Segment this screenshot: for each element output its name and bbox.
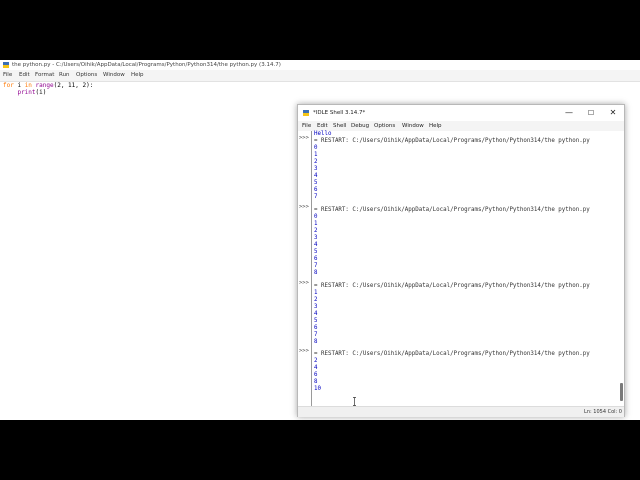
minimize-icon[interactable]: — — [558, 105, 580, 121]
shell-output-line: 7 — [314, 332, 318, 338]
shell-output-line: 2 — [314, 228, 318, 234]
builtin-range: range — [35, 82, 54, 89]
shell-output-line: 4 — [314, 173, 318, 179]
shell-menu-shell[interactable]: Shell — [333, 121, 346, 131]
shell-menu-options[interactable]: Options — [374, 121, 395, 131]
shell-menu-window[interactable]: Window — [402, 121, 424, 131]
line-number: Ln: 1054 — [584, 409, 606, 415]
shell-output-line: 6 — [314, 372, 318, 378]
column-number: Col: 0 — [607, 409, 622, 415]
shell-output-line: 8 — [314, 270, 318, 276]
desktop-screen: the python.py - C:/Users/Oihik/AppData/L… — [0, 60, 640, 420]
shell-output-line: 7 — [314, 263, 318, 269]
shell-prompt: >>> — [299, 135, 309, 141]
shell-output-line: 3 — [314, 166, 318, 172]
shell-menu-bar: File Edit Shell Debug Options Window Hel… — [298, 121, 624, 131]
prompt-gutter — [298, 131, 312, 406]
shell-output-line: 1 — [314, 152, 318, 158]
shell-output-line: 2 — [314, 297, 318, 303]
code-text: i — [13, 82, 25, 89]
close-icon[interactable]: ✕ — [602, 105, 624, 121]
code-line-1: for i in range(2, 11, 2): — [3, 82, 93, 89]
restart-line: = RESTART: C:/Users/Oihik/AppData/Local/… — [314, 351, 590, 357]
shell-output-line: 8 — [314, 379, 318, 385]
keyword-for: for — [3, 82, 14, 89]
shell-output-line: 5 — [314, 180, 318, 186]
editor-title-bar[interactable]: the python.py - C:/Users/Oihik/AppData/L… — [0, 60, 640, 70]
shell-output-line: 2 — [314, 358, 318, 364]
shell-output-line: 10 — [314, 386, 321, 392]
text-cursor-icon — [353, 397, 356, 406]
editor-menu-edit[interactable]: Edit — [19, 70, 30, 81]
shell-output-line: 4 — [314, 365, 318, 371]
shell-output-area[interactable]: Hello >>> = RESTART: C:/Users/Oihik/AppDa… — [298, 131, 624, 406]
restart-line: = RESTART: C:/Users/Oihik/AppData/Local/… — [314, 283, 590, 289]
python-idle-icon — [303, 110, 309, 116]
editor-menu-run[interactable]: Run — [59, 70, 70, 81]
shell-output-line: 5 — [314, 318, 318, 324]
editor-menu-window[interactable]: Window — [103, 70, 125, 81]
shell-output-line: 0 — [314, 145, 318, 151]
shell-prompt: >>> — [299, 348, 309, 354]
editor-title: the python.py - C:/Users/Oihik/AppData/L… — [12, 62, 281, 68]
shell-output-line: 4 — [314, 242, 318, 248]
shell-output-line: 1 — [314, 290, 318, 296]
vertical-scrollbar[interactable] — [619, 131, 623, 406]
keyword-in: in — [24, 82, 32, 89]
shell-menu-debug[interactable]: Debug — [351, 121, 369, 131]
shell-output-line: Hello — [314, 131, 332, 137]
shell-menu-file[interactable]: File — [302, 121, 311, 131]
shell-output-line: 3 — [314, 304, 318, 310]
editor-menu-format[interactable]: Format — [35, 70, 54, 81]
restart-line: = RESTART: C:/Users/Oihik/AppData/Local/… — [314, 138, 590, 144]
shell-output-line: 6 — [314, 256, 318, 262]
shell-prompt: >>> — [299, 204, 309, 210]
editor-menu-file[interactable]: File — [3, 70, 12, 81]
python-idle-icon — [3, 62, 9, 68]
shell-title: *IDLE Shell 3.14.7* — [313, 110, 366, 116]
scrollbar-thumb[interactable] — [620, 383, 623, 401]
shell-output-line: 1 — [314, 221, 318, 227]
shell-output-line: 0 — [314, 214, 318, 220]
shell-output-line: 4 — [314, 311, 318, 317]
code-line-2: print(i) — [3, 89, 46, 96]
shell-output-line: 3 — [314, 235, 318, 241]
code-args: (i) — [35, 89, 47, 96]
shell-title-bar[interactable]: *IDLE Shell 3.14.7* — ☐ ✕ — [298, 105, 624, 121]
cursor-position: Ln: 1054 Col: 0 — [584, 407, 622, 417]
shell-prompt: >>> — [299, 280, 309, 286]
shell-output-line: 7 — [314, 194, 318, 200]
shell-menu-help[interactable]: Help — [429, 121, 442, 131]
shell-status-bar: Ln: 1054 Col: 0 — [298, 406, 624, 417]
shell-menu-edit[interactable]: Edit — [317, 121, 328, 131]
shell-output-line: 6 — [314, 325, 318, 331]
editor-menu-help[interactable]: Help — [131, 70, 144, 81]
maximize-icon[interactable]: ☐ — [580, 105, 602, 121]
editor-menu-options[interactable]: Options — [76, 70, 97, 81]
shell-output-line: 6 — [314, 187, 318, 193]
code-args: (2, 11, 2): — [53, 82, 94, 89]
shell-output-line: 8 — [314, 339, 318, 345]
idle-shell-window: *IDLE Shell 3.14.7* — ☐ ✕ File Edit Shel… — [297, 104, 625, 417]
shell-output-line: 2 — [314, 159, 318, 165]
builtin-print: print — [17, 89, 36, 96]
restart-line: = RESTART: C:/Users/Oihik/AppData/Local/… — [314, 207, 590, 213]
shell-output-line: 5 — [314, 249, 318, 255]
